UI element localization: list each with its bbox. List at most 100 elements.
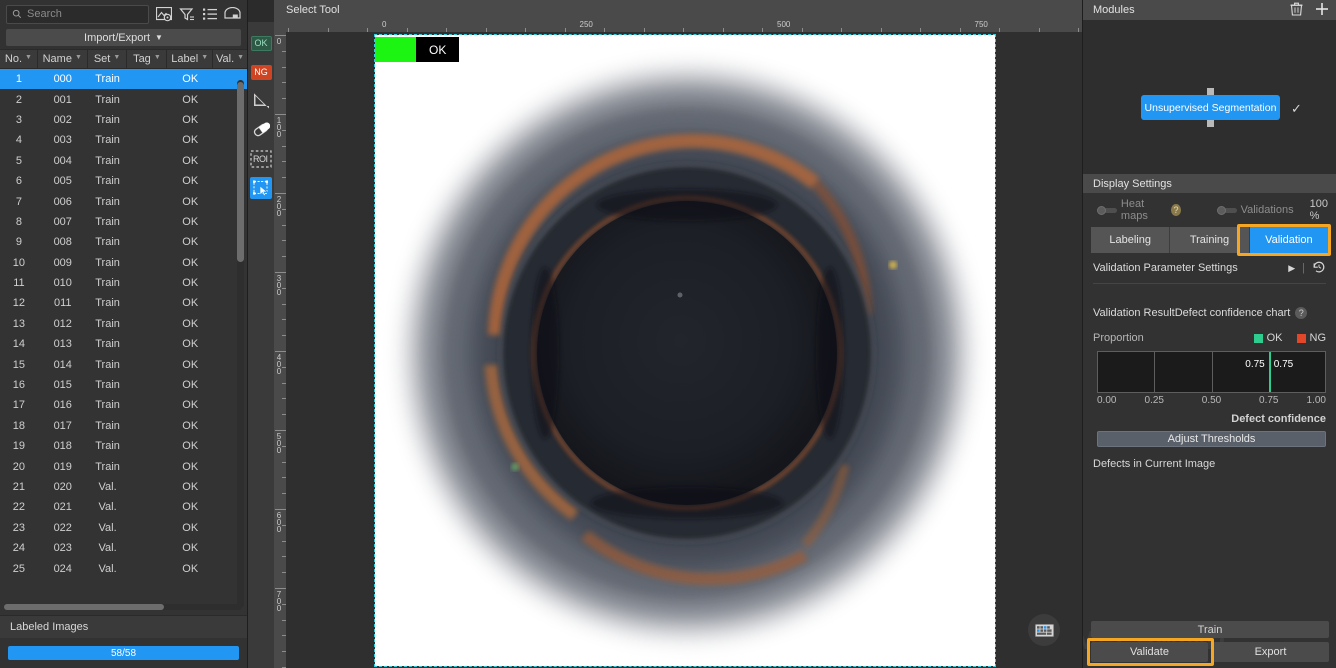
column-header-tag[interactable]: Tag ▼: [127, 50, 168, 68]
modules-title: Modules: [1093, 4, 1135, 16]
table-row[interactable]: 7 006 Train OK: [0, 191, 247, 211]
module-node-unsupervised-segmentation[interactable]: Unsupervised Segmentation: [1141, 95, 1280, 120]
column-header-set[interactable]: Set ▼: [88, 50, 128, 68]
train-button[interactable]: Train: [1091, 621, 1329, 638]
column-header-name[interactable]: Name ▼: [38, 50, 88, 68]
defect-chart-help-icon[interactable]: ?: [1295, 307, 1308, 319]
column-header-no[interactable]: No. ▼: [0, 50, 38, 68]
ng-label-tool[interactable]: NG: [250, 61, 272, 83]
table-cell-no: 4: [15, 134, 22, 147]
image-canvas[interactable]: OK: [286, 32, 1082, 668]
export-button[interactable]: Export: [1212, 642, 1329, 662]
labeled-images-section: Labeled Images: [0, 615, 247, 638]
table-row[interactable]: 3 002 Train OK: [0, 110, 247, 130]
tab-validation[interactable]: Validation: [1249, 227, 1328, 253]
table-row[interactable]: 24 023 Val. OK: [0, 538, 247, 558]
validate-button[interactable]: Validate: [1091, 642, 1208, 662]
table-row[interactable]: 21 020 Val. OK: [0, 477, 247, 497]
table-cell-set: Train: [95, 399, 120, 412]
ruler-label: 250: [579, 20, 593, 29]
image-settings-icon[interactable]: [155, 6, 172, 23]
table-cell-no: 8: [15, 215, 22, 228]
table-cell-no: 1: [15, 73, 22, 86]
table-cell-name: 011: [53, 297, 72, 310]
table-cell-label: OK: [182, 399, 199, 412]
play-triangle-icon[interactable]: ▶: [1288, 263, 1295, 274]
canvas-area-panel: Select Tool 0 250 500 750 0 100 200 300 400 500 6…: [274, 0, 1082, 668]
table-row[interactable]: 22 021 Val. OK: [0, 497, 247, 517]
ok-label-tool[interactable]: OK: [250, 32, 272, 54]
table-row[interactable]: 13 012 Train OK: [0, 314, 247, 334]
table-cell-set: Val.: [98, 521, 117, 534]
table-vertical-scrollbar-thumb[interactable]: [237, 82, 244, 262]
table-cell-label: OK: [182, 256, 199, 269]
panel-layout-icon[interactable]: [224, 6, 241, 23]
chart-x-axis-title: Defect confidence: [1231, 413, 1326, 425]
column-label: Set: [93, 53, 111, 65]
heat-maps-help-icon[interactable]: ?: [1170, 204, 1182, 216]
table-row[interactable]: 6 005 Train OK: [0, 171, 247, 191]
table-horizontal-scrollbar-thumb[interactable]: [4, 604, 164, 610]
column-header-val[interactable]: Val. ▼: [213, 50, 247, 68]
chevron-down-icon: ▼: [155, 33, 163, 42]
table-row[interactable]: 16 015 Train OK: [0, 375, 247, 395]
heat-maps-toggle[interactable]: [1097, 205, 1117, 215]
eraser-tool[interactable]: [250, 119, 272, 141]
workflow-tabs: Labeling Training Validation: [1091, 224, 1331, 256]
node-handle-top[interactable]: [1207, 88, 1214, 95]
table-row[interactable]: 9 008 Train OK: [0, 232, 247, 252]
table-row[interactable]: 23 022 Val. OK: [0, 518, 247, 538]
ruler-label: 500: [276, 432, 282, 455]
annotation-label-tag[interactable]: OK: [375, 37, 460, 62]
defect-confidence-chart[interactable]: 0.75 0.75: [1097, 351, 1326, 393]
table-row[interactable]: 20 019 Train OK: [0, 456, 247, 476]
table-row[interactable]: 8 007 Train OK: [0, 212, 247, 232]
roi-tool[interactable]: ROI: [250, 148, 272, 170]
table-row[interactable]: 17 016 Train OK: [0, 395, 247, 415]
table-row[interactable]: 1 000 Train OK: [0, 69, 247, 90]
select-tool[interactable]: [250, 177, 272, 199]
plus-icon[interactable]: [1315, 2, 1329, 19]
train-button-label: Train: [1197, 623, 1223, 636]
list-icon[interactable]: [201, 6, 218, 23]
table-cell-no: 2: [15, 93, 22, 106]
table-cell-set: Train: [95, 195, 120, 208]
check-icon[interactable]: ✓: [1291, 101, 1302, 117]
import-export-button[interactable]: Import/Export ▼: [6, 29, 241, 46]
keyboard-shortcuts-button[interactable]: [1028, 614, 1060, 646]
node-handle-bottom[interactable]: [1207, 120, 1214, 127]
table-cell-no: 25: [12, 562, 26, 575]
validations-toggle[interactable]: [1216, 205, 1237, 215]
table-row[interactable]: 14 013 Train OK: [0, 334, 247, 354]
trash-icon[interactable]: [1290, 2, 1303, 19]
table-row[interactable]: 15 014 Train OK: [0, 354, 247, 374]
table-row[interactable]: 12 011 Train OK: [0, 293, 247, 313]
image-table-body[interactable]: 1 000 Train OK 2 001 Train OK 3 002 Train OK 4 003 Tra…: [0, 69, 247, 615]
tab-training[interactable]: Training: [1170, 227, 1250, 253]
validation-parameter-settings-row[interactable]: Validation Parameter Settings ▶ |: [1083, 253, 1336, 283]
modules-header: Modules: [1083, 0, 1336, 20]
table-cell-no: 3: [15, 113, 22, 126]
column-header-label[interactable]: Label ▼: [167, 50, 214, 68]
search-input[interactable]: Search: [6, 4, 149, 24]
table-cell-set: Val.: [98, 562, 117, 575]
adjust-thresholds-button[interactable]: Adjust Thresholds: [1097, 431, 1326, 447]
table-row[interactable]: 5 004 Train OK: [0, 151, 247, 171]
table-cell-no: 5: [15, 154, 22, 167]
polygon-tool[interactable]: [250, 90, 272, 112]
table-row[interactable]: 10 009 Train OK: [0, 253, 247, 273]
image-frame[interactable]: OK: [374, 34, 996, 667]
modules-graph-canvas[interactable]: Unsupervised Segmentation ✓: [1083, 20, 1336, 174]
tab-label: Training: [1189, 234, 1230, 246]
tab-labeling[interactable]: Labeling: [1091, 227, 1171, 253]
table-row[interactable]: 11 010 Train OK: [0, 273, 247, 293]
filter-icon[interactable]: [178, 6, 195, 23]
table-row[interactable]: 4 003 Train OK: [0, 130, 247, 150]
table-row[interactable]: 25 024 Val. OK: [0, 558, 247, 578]
table-row[interactable]: 2 001 Train OK: [0, 89, 247, 109]
history-reset-icon[interactable]: [1312, 260, 1326, 277]
table-cell-set: Train: [95, 113, 120, 126]
chart-threshold-line[interactable]: [1268, 352, 1271, 392]
table-row[interactable]: 19 018 Train OK: [0, 436, 247, 456]
table-row[interactable]: 18 017 Train OK: [0, 416, 247, 436]
